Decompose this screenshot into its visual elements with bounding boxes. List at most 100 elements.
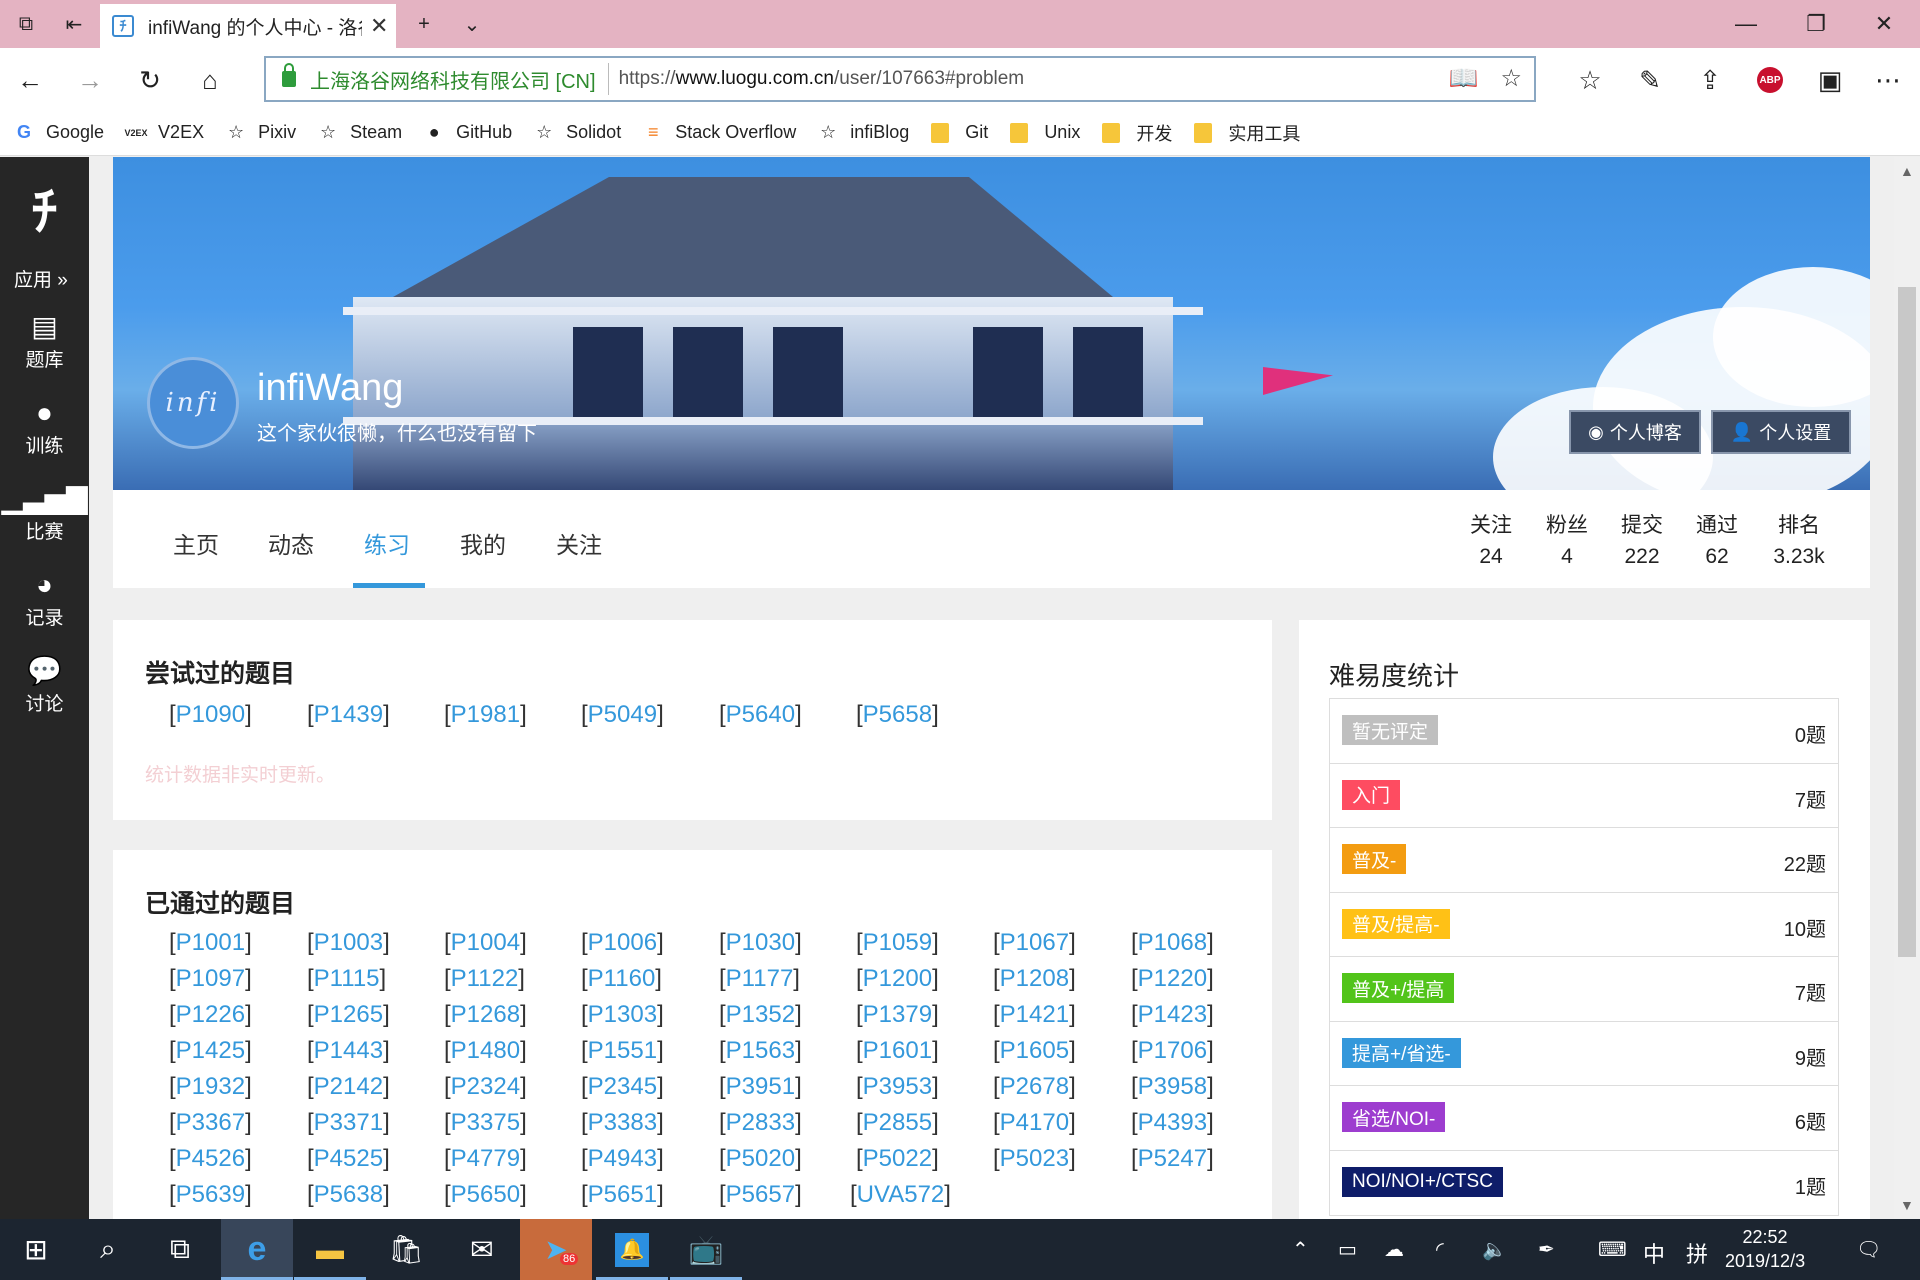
tab-following[interactable]: 关注 [556, 526, 602, 560]
touch-keyboard-icon[interactable]: ⌨ [1598, 1237, 1627, 1262]
problem-link[interactable]: [P1605] [993, 1037, 1076, 1065]
problem-link[interactable]: [P1067] [993, 929, 1076, 957]
bookmark-infiblog[interactable]: ☆ infiBlog [818, 122, 909, 143]
problem-link[interactable]: [P1226] [169, 1001, 252, 1029]
bilibili-icon[interactable]: 📺 [670, 1219, 742, 1280]
volume-icon[interactable]: 🔈 [1482, 1237, 1507, 1262]
difficulty-row[interactable]: 省选/NOI- 6题 [1330, 1086, 1838, 1151]
new-tab-icon[interactable]: + [410, 10, 438, 38]
avatar[interactable]: infi [147, 357, 239, 449]
problem-link[interactable]: [P2855] [856, 1109, 939, 1137]
problem-link[interactable]: [P1004] [444, 929, 527, 957]
problem-link[interactable]: [P3367] [169, 1109, 252, 1137]
problem-link[interactable]: [P1601] [856, 1037, 939, 1065]
problem-link[interactable]: [P3383] [581, 1109, 664, 1137]
problem-link[interactable]: [P1097] [169, 965, 252, 993]
scroll-down-icon[interactable]: ▼ [1900, 1197, 1914, 1213]
close-tab-icon[interactable]: ✕ [370, 13, 388, 39]
difficulty-row[interactable]: 暂无评定 0题 [1330, 699, 1838, 764]
difficulty-row[interactable]: 普及+/提高 7题 [1330, 957, 1838, 1022]
refresh-icon[interactable]: ↻ [132, 62, 168, 98]
problem-link[interactable]: [P1177] [719, 965, 800, 993]
problem-link[interactable]: [UVA572] [850, 1181, 951, 1209]
back-arrow-icon[interactable]: ← [12, 62, 48, 98]
problem-link[interactable]: [P1208] [993, 965, 1076, 993]
problem-link[interactable]: [P5049] [581, 701, 664, 729]
sidebar-item-records[interactable]: ◕ 记录 [0, 567, 89, 630]
battery-icon[interactable]: ▭ [1338, 1237, 1357, 1262]
mail-icon[interactable]: ✉ [446, 1219, 518, 1280]
problem-link[interactable]: [P5020] [719, 1145, 802, 1173]
qq-icon[interactable]: 🔔 [596, 1219, 668, 1280]
problem-link[interactable]: [P2678] [993, 1073, 1076, 1101]
favorite-star-icon[interactable]: ☆ [1500, 64, 1522, 93]
pen-notes-icon[interactable]: ✎ [1632, 62, 1668, 98]
problem-link[interactable]: [P1303] [581, 1001, 664, 1029]
browser-tab-active[interactable]: ﾁ infiWang 的个人中心 - 洛谷 ✕ [100, 4, 396, 48]
bookmark-stackoverflow[interactable]: ≡ Stack Overflow [643, 122, 796, 143]
sidebar-item-discuss[interactable]: 💬 讨论 [0, 653, 89, 716]
lock-icon[interactable] [282, 63, 296, 87]
home-icon[interactable]: ⌂ [192, 62, 228, 98]
problem-link[interactable]: [P1090] [169, 701, 252, 729]
problem-link[interactable]: [P5247] [1131, 1145, 1214, 1173]
bookmark-solidot[interactable]: ☆ Solidot [534, 122, 621, 143]
problem-link[interactable]: [P3953] [856, 1073, 939, 1101]
bookmark-pixiv[interactable]: ☆ Pixiv [226, 122, 296, 143]
extension-icon[interactable]: ▣ [1812, 62, 1848, 98]
tab-practice[interactable]: 练习 [364, 526, 410, 560]
problem-link[interactable]: [P1160] [581, 965, 662, 993]
problem-link[interactable]: [P4943] [581, 1145, 664, 1173]
problem-link[interactable]: [P1059] [856, 929, 939, 957]
task-view-icon[interactable]: ⧉ [144, 1219, 216, 1280]
problem-link[interactable]: [P3951] [719, 1073, 802, 1101]
problem-link[interactable]: [P1006] [581, 929, 664, 957]
problem-link[interactable]: [P1030] [719, 929, 802, 957]
bookmark-steam[interactable]: ☆ Steam [318, 122, 402, 143]
problem-link[interactable]: [P1439] [307, 701, 390, 729]
problem-link[interactable]: [P5658] [856, 701, 939, 729]
system-clock[interactable]: 22:52 2019/12/3 [1725, 1225, 1805, 1273]
problem-link[interactable]: [P1220] [1131, 965, 1214, 993]
problem-link[interactable]: [P1563] [719, 1037, 802, 1065]
difficulty-row[interactable]: NOI/NOI+/CTSC 1题 [1330, 1151, 1838, 1216]
problem-link[interactable]: [P1932] [169, 1073, 252, 1101]
problem-link[interactable]: [P1115] [307, 965, 386, 993]
tab-manager-icon[interactable]: ⧉ [12, 10, 40, 38]
more-menu-icon[interactable]: ⋯ [1870, 62, 1906, 98]
problem-link[interactable]: [P4170] [993, 1109, 1076, 1137]
problem-link[interactable]: [P1379] [856, 1001, 939, 1029]
problem-link[interactable]: [P5640] [719, 701, 802, 729]
pen-workspace-icon[interactable]: ✒ [1538, 1237, 1555, 1262]
problem-link[interactable]: [P5657] [719, 1181, 802, 1209]
personal-settings-button[interactable]: 👤 个人设置 [1711, 410, 1851, 454]
problem-link[interactable]: [P1706] [1131, 1037, 1214, 1065]
problem-link[interactable]: [P4779] [444, 1145, 527, 1173]
problem-link[interactable]: [P1480] [444, 1037, 527, 1065]
telegram-icon[interactable]: ➤ 86 [520, 1219, 592, 1280]
favorites-hub-icon[interactable]: ☆ [1572, 62, 1608, 98]
certificate-label[interactable]: 上海洛谷网络科技有限公司 [CN] [310, 63, 609, 95]
search-icon[interactable]: ⌕ [72, 1219, 144, 1280]
share-icon[interactable]: ⇪ [1692, 62, 1728, 98]
close-window-icon[interactable]: ✕ [1852, 6, 1916, 42]
problem-link[interactable]: [P3375] [444, 1109, 527, 1137]
problem-link[interactable]: [P1443] [307, 1037, 390, 1065]
problem-link[interactable]: [P4526] [169, 1145, 252, 1173]
ime-mode[interactable]: 拼 [1686, 1237, 1708, 1269]
windows-start-icon[interactable]: ⊞ [0, 1219, 72, 1280]
problem-link[interactable]: [P1265] [307, 1001, 390, 1029]
problem-link[interactable]: [P1352] [719, 1001, 802, 1029]
problem-link[interactable]: [P1421] [993, 1001, 1076, 1029]
reading-view-icon[interactable]: 📖 [1449, 64, 1479, 93]
problem-link[interactable]: [P1122] [444, 965, 525, 993]
problem-link[interactable]: [P1981] [444, 701, 527, 729]
tray-chevron-icon[interactable]: ⌃ [1292, 1237, 1309, 1262]
notification-center-icon[interactable]: 🗨 [1856, 1237, 1881, 1262]
stat-following[interactable]: 关注 24 [1461, 510, 1521, 572]
problem-link[interactable]: [P1423] [1131, 1001, 1214, 1029]
bookmark-folder-dev[interactable]: 开发 [1102, 120, 1172, 146]
scroll-up-icon[interactable]: ▲ [1900, 163, 1914, 179]
problem-link[interactable]: [P1425] [169, 1037, 252, 1065]
problem-link[interactable]: [P5022] [856, 1145, 939, 1173]
